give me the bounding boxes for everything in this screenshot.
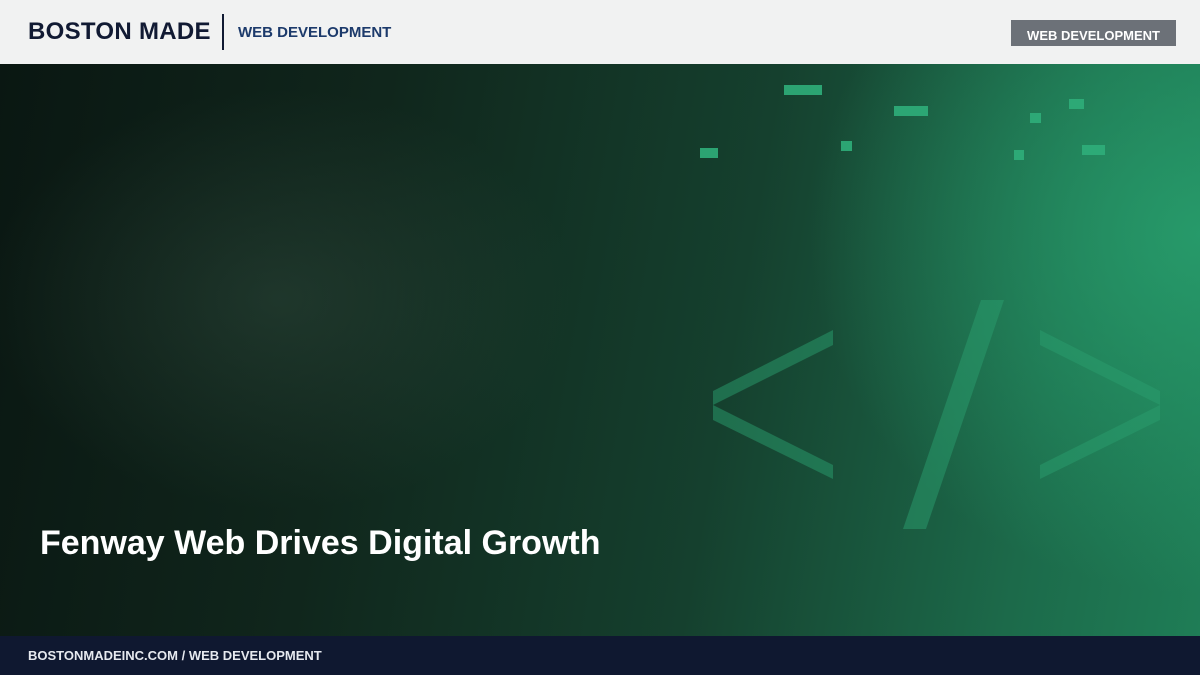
category-badge[interactable]: WEB DEVELOPMENT (1011, 20, 1176, 46)
headline[interactable]: Fenway Web Drives Digital Growth (40, 521, 601, 565)
section-label[interactable]: WEB DEVELOPMENT (238, 24, 391, 42)
footer-bar: BOSTONMADEINC.COM / WEB DEVELOPMENT (0, 636, 1200, 675)
top-bar: BOSTON MADE WEB DEVELOPMENT WEB DEVELOPM… (0, 0, 1200, 64)
brand-divider (222, 14, 224, 50)
footer-link[interactable]: BOSTONMADEINC.COM / WEB DEVELOPMENT (28, 647, 322, 665)
hero-image: Fenway Web Drives Digital Growth (0, 64, 1200, 636)
article-card: BOSTON MADE WEB DEVELOPMENT WEB DEVELOPM… (0, 0, 1200, 675)
brand-logo[interactable]: BOSTON MADE (28, 17, 211, 47)
